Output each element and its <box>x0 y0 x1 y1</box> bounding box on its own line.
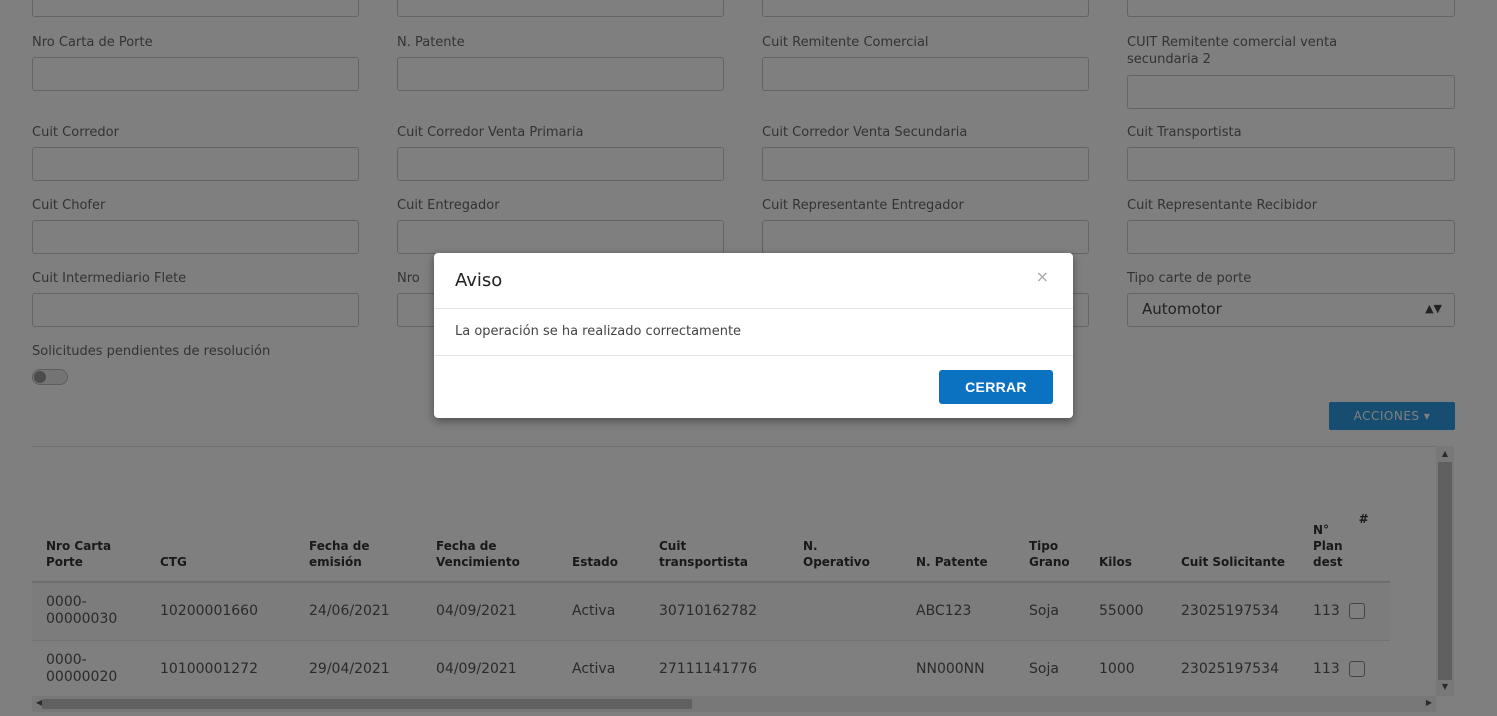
modal-header: Aviso × <box>434 253 1073 309</box>
cerrar-button[interactable]: CERRAR <box>939 370 1053 404</box>
close-icon[interactable]: × <box>1036 267 1049 286</box>
aviso-dialog: Aviso × La operación se ha realizado cor… <box>434 253 1073 418</box>
modal-message: La operación se ha realizado correctamen… <box>434 309 1073 356</box>
modal-title: Aviso <box>455 270 503 291</box>
